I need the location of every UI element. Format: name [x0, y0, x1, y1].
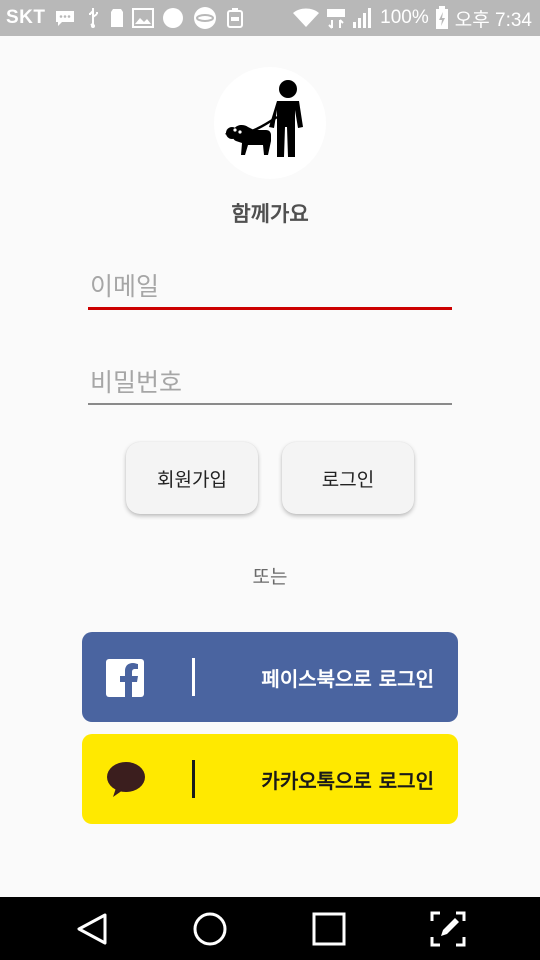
- lte-icon: [327, 9, 346, 29]
- email-field[interactable]: [88, 266, 452, 306]
- navigation-bar: [0, 897, 540, 960]
- password-field[interactable]: [88, 362, 452, 402]
- status-bar-right: 100% 오후 7:34: [292, 0, 532, 36]
- message-icon: [55, 11, 74, 26]
- kakao-login-button[interactable]: 카카오톡으로 로그인: [82, 734, 458, 824]
- email-field-underline: [88, 307, 452, 310]
- or-divider-text: 또는: [252, 566, 288, 588]
- facebook-icon: [106, 659, 144, 697]
- back-icon[interactable]: [72, 909, 112, 949]
- usb-icon: [88, 8, 98, 28]
- kakaotalk-bubble-icon: [107, 762, 145, 797]
- wifi-icon: [293, 8, 320, 27]
- battery-percent: 100%: [380, 7, 429, 28]
- kakao-login-label: 카카오톡으로 로그인: [261, 768, 434, 793]
- facebook-login-label: 페이스북으로 로그인: [261, 666, 434, 691]
- planet-icon: [193, 7, 216, 29]
- status-bar: SKT 100% 오후 7:34: [0, 0, 540, 36]
- signal-icon: [353, 8, 372, 28]
- recents-icon[interactable]: [309, 909, 349, 949]
- password-field-container: [88, 362, 452, 406]
- battery-charging-icon: [435, 6, 448, 29]
- image-icon: [131, 8, 154, 28]
- login-button[interactable]: 로그인: [282, 442, 414, 514]
- signup-button[interactable]: 회원가입: [126, 442, 258, 514]
- edit-screenshot-icon[interactable]: [428, 909, 468, 949]
- sd-card-icon: [110, 9, 123, 27]
- status-bar-left: SKT: [6, 0, 244, 36]
- clock: 오후 7:34: [454, 9, 532, 31]
- person-walking-dog-icon: [225, 80, 303, 157]
- circle-icon: [162, 8, 183, 28]
- kakao-button-divider: [192, 760, 195, 798]
- home-icon[interactable]: [190, 909, 230, 949]
- facebook-login-button[interactable]: 페이스북으로 로그인: [82, 632, 458, 722]
- app-name: 함께가요: [231, 202, 309, 226]
- email-field-container: [88, 266, 452, 310]
- notification-100-icon: [226, 8, 243, 28]
- app-logo: [214, 67, 326, 179]
- carrier-label: SKT: [6, 7, 46, 28]
- facebook-button-divider: [192, 658, 195, 696]
- password-field-underline: [88, 403, 452, 405]
